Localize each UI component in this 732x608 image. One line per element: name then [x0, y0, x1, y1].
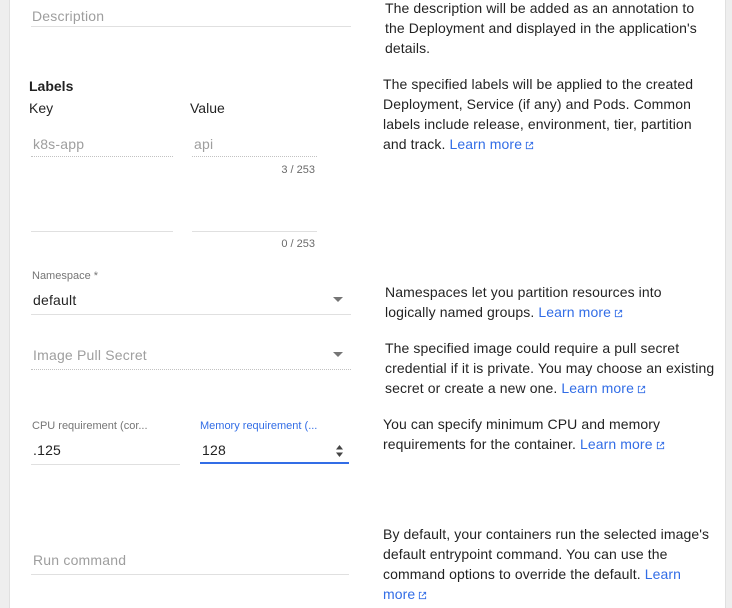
cpu-requirement-label: CPU requirement (cor...	[32, 420, 148, 432]
namespace-select[interactable]: default	[33, 292, 76, 308]
image-pull-secret-help: The specified image could require a pull…	[385, 338, 715, 398]
external-link-icon	[419, 591, 427, 600]
namespace-learn-more-link[interactable]: Learn more	[538, 304, 623, 320]
label-value-counter: 0 / 253	[281, 238, 315, 250]
cpu-requirement-underline	[31, 464, 180, 465]
label-value-input[interactable]	[194, 210, 315, 228]
description-help: The description will be added as an anno…	[385, 0, 697, 56]
number-stepper-icon[interactable]	[335, 444, 344, 458]
label-key-input[interactable]	[33, 210, 171, 228]
run-command-help: By default, your containers run the sele…	[383, 524, 713, 604]
resources-learn-more-link[interactable]: Learn more	[580, 436, 665, 452]
label-value-underline	[192, 231, 317, 232]
external-link-icon	[656, 441, 664, 450]
resources-help: You can specify minimum CPU and memory r…	[383, 414, 713, 454]
label-value-input[interactable]: api	[194, 136, 213, 152]
namespace-underline	[31, 314, 351, 315]
labels-learn-more-link[interactable]: Learn more	[449, 136, 534, 152]
label-value-underline	[192, 156, 317, 157]
cpu-requirement-input[interactable]: .125	[33, 442, 61, 458]
memory-requirement-label: Memory requirement (...	[200, 420, 318, 432]
labels-help: The specified labels will be applied to …	[383, 74, 713, 154]
external-link-icon	[614, 309, 623, 318]
image-pull-secret-underline	[31, 369, 351, 370]
description-underline	[31, 26, 351, 27]
labels-value-header: Value	[190, 100, 225, 116]
labels-help-text: The specified labels will be applied to …	[383, 76, 694, 152]
run-command-underline	[31, 574, 349, 575]
run-command-input[interactable]: Run command	[33, 552, 126, 568]
external-link-icon	[637, 385, 646, 394]
memory-requirement-underline	[200, 462, 349, 464]
labels-heading: Labels	[29, 78, 74, 94]
label-key-underline	[31, 231, 173, 232]
labels-key-header: Key	[29, 100, 54, 116]
external-link-icon	[525, 141, 534, 150]
image-pull-secret-help-text: The specified image could require a pull…	[385, 340, 715, 396]
namespace-label: Namespace *	[32, 270, 99, 282]
label-key-input[interactable]: k8s-app	[33, 136, 84, 152]
namespace-help: Namespaces let you partition resources i…	[385, 282, 715, 322]
label-value-counter: 3 / 253	[281, 164, 315, 176]
label-key-underline	[31, 156, 173, 157]
chevron-down-icon[interactable]	[333, 297, 343, 302]
memory-requirement-input[interactable]: 128	[202, 442, 226, 458]
image-pull-secret-learn-more-link[interactable]: Learn more	[561, 380, 646, 396]
chevron-down-icon[interactable]	[333, 352, 343, 357]
image-pull-secret-select[interactable]: Image Pull Secret	[33, 347, 147, 363]
description-input[interactable]: Description	[32, 8, 104, 24]
